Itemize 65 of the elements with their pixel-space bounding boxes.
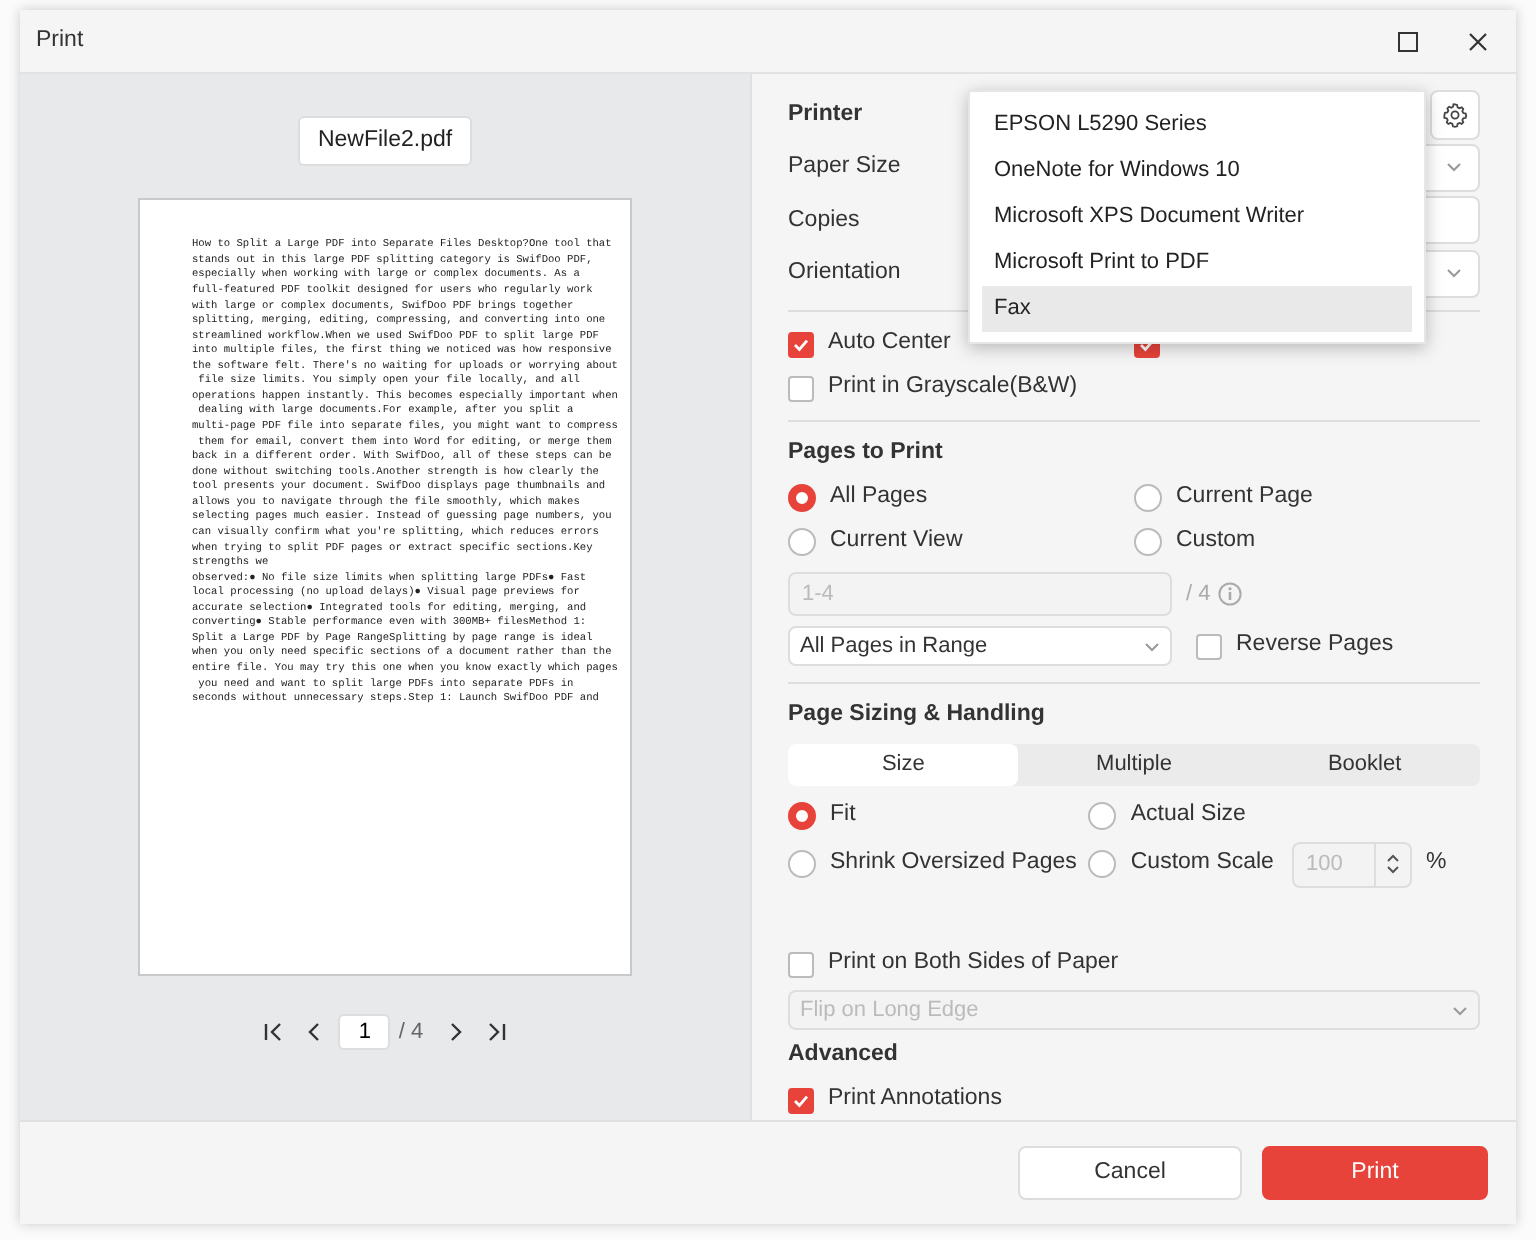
- chevron-down-icon: [1452, 1005, 1468, 1015]
- field-label: Paper Size: [788, 152, 903, 183]
- settings-icon: [1442, 101, 1468, 128]
- radio-label: Fit: [830, 800, 856, 831]
- tab[interactable]: Multiple: [1018, 744, 1250, 786]
- radio-label: Custom Scale: [1130, 848, 1274, 879]
- checkbox-label: Auto Center: [828, 328, 951, 359]
- chevron-down-icon: [1446, 162, 1462, 173]
- section-title: Page Sizing & Handling: [788, 700, 1047, 731]
- radio-label: Current View: [830, 526, 963, 557]
- info-icon: [1218, 582, 1243, 606]
- window-title: Print: [36, 25, 84, 56]
- checkbox[interactable]: [788, 951, 814, 977]
- checkbox[interactable]: [1196, 633, 1222, 659]
- field-label: Printer: [788, 99, 865, 130]
- radio-label: Custom: [1176, 526, 1256, 557]
- checkbox-label: Print on Both Sides of Paper: [828, 948, 1119, 979]
- radio-button[interactable]: [1088, 850, 1117, 878]
- radio-button[interactable]: [788, 484, 816, 512]
- last-page-icon: [483, 1020, 508, 1045]
- checkbox-label: Reverse Pages: [1236, 630, 1394, 661]
- settings-button[interactable]: [1430, 89, 1480, 140]
- checkbox[interactable]: [788, 331, 814, 357]
- field-label: Orientation: [788, 258, 903, 289]
- chevron-down-icon: [1446, 268, 1462, 279]
- radio-button[interactable]: [788, 802, 816, 830]
- radio-button[interactable]: [788, 528, 816, 556]
- page-total: / 4: [398, 1018, 424, 1048]
- radio-button[interactable]: [1134, 484, 1162, 512]
- radio-button[interactable]: [1088, 802, 1117, 830]
- checkbox[interactable]: [788, 1087, 814, 1113]
- radio-label: Actual Size: [1130, 800, 1246, 831]
- maximize-icon: [1397, 31, 1417, 51]
- tab[interactable]: Size: [788, 744, 1019, 786]
- radio-label: All Pages: [830, 482, 928, 513]
- menu-item[interactable]: EPSON L5290 Series: [982, 102, 1412, 148]
- radio-button[interactable]: [1134, 528, 1162, 556]
- check-icon: [792, 335, 810, 353]
- radio-label: Current Page: [1176, 482, 1313, 513]
- field-label: Copies: [788, 205, 862, 236]
- menu-item[interactable]: OneNote for Windows 10: [982, 148, 1412, 194]
- menu-item[interactable]: Microsoft XPS Document Writer: [982, 194, 1412, 240]
- checkbox[interactable]: [788, 375, 814, 401]
- menu-item[interactable]: Microsoft Print to PDF: [982, 240, 1412, 286]
- file-name-tab[interactable]: NewFile2.pdf: [297, 116, 473, 167]
- radio-button[interactable]: [788, 850, 816, 878]
- up-down-arrows-icon: [1385, 852, 1400, 876]
- radio-label: Shrink Oversized Pages: [830, 848, 1077, 879]
- page-count: / 4: [1186, 579, 1211, 610]
- unit-label: %: [1425, 848, 1447, 879]
- menu-item[interactable]: Fax: [982, 286, 1412, 332]
- cancel-button[interactable]: Cancel: [1018, 1146, 1242, 1200]
- chevron-down-icon: [1144, 641, 1160, 651]
- print-button[interactable]: Print: [1262, 1146, 1488, 1200]
- page-subset-select[interactable]: All Pages in Range: [788, 626, 1172, 666]
- section-title: Advanced: [788, 1040, 900, 1071]
- check-icon: [792, 1091, 810, 1109]
- checkbox-label: Print Annotations: [828, 1084, 1002, 1115]
- tab[interactable]: Booklet: [1249, 744, 1480, 786]
- close-icon: [1467, 31, 1487, 51]
- spinner-button[interactable]: [1373, 841, 1412, 887]
- section-title: Pages to Print: [788, 438, 945, 469]
- checkbox-label: Print in Grayscale(B&W): [828, 372, 1078, 403]
- first-page-icon: [262, 1020, 287, 1045]
- page-number-input[interactable]: 1: [338, 1014, 391, 1051]
